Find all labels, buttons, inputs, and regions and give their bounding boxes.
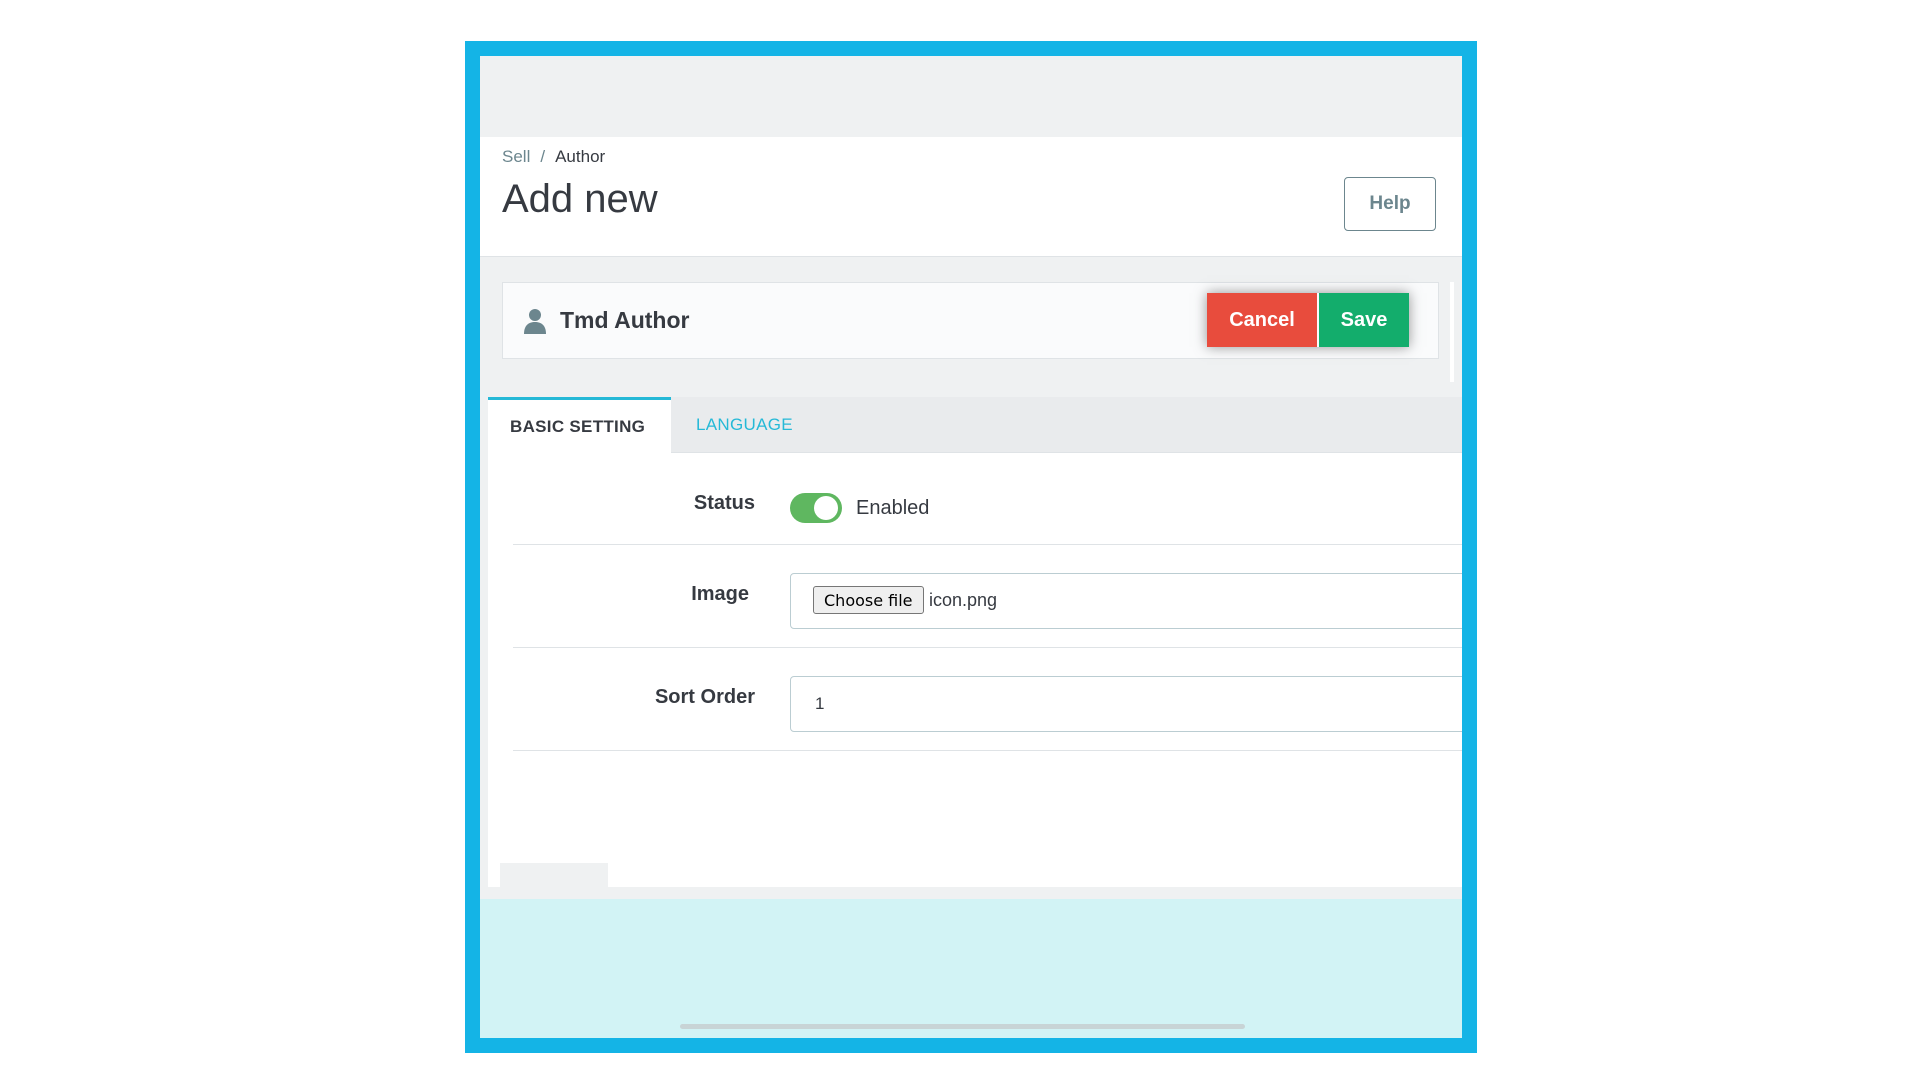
tab-bar: BASIC SETTING LANGUAGE (488, 397, 1462, 453)
sort-order-value: 1 (815, 694, 825, 713)
panel-edge (1450, 282, 1454, 382)
breadcrumb-separator: / (540, 147, 546, 166)
help-button[interactable]: Help (1344, 177, 1436, 231)
screenshot-frame: Sell / Author Add new Help Tmd Author Canc… (465, 41, 1477, 1053)
sort-order-row: Sort Order 1 (513, 648, 1462, 751)
status-label: Status (693, 492, 755, 514)
image-label: Image (691, 583, 749, 605)
page-header: Sell / Author Add new Help (480, 137, 1462, 257)
form-panel: Status Enabled Image Choose file icon.pn… (488, 453, 1462, 887)
user-icon (524, 309, 546, 334)
panel-title: Tmd Author (560, 307, 690, 333)
toggle-knob (814, 496, 838, 520)
status-row: Status Enabled (513, 453, 1462, 545)
breadcrumb-parent-link[interactable]: Sell (502, 147, 530, 166)
image-row: Image Choose file icon.png (513, 545, 1462, 648)
status-toggle[interactable] (790, 493, 842, 523)
top-bar (480, 56, 1462, 137)
cancel-button[interactable]: Cancel (1207, 293, 1317, 347)
sort-order-label: Sort Order (654, 686, 755, 708)
breadcrumb-current: Author (555, 147, 606, 166)
action-buttons: Cancel Save (1207, 293, 1409, 347)
page-title: Add new (502, 177, 658, 221)
tab-language[interactable]: LANGUAGE (696, 397, 793, 453)
panel-header: Tmd Author Cancel Save (502, 282, 1439, 359)
app-window: Sell / Author Add new Help Tmd Author Canc… (480, 56, 1462, 1038)
footer-area (480, 899, 1462, 1038)
sort-order-input[interactable]: 1 (790, 676, 1462, 732)
breadcrumb: Sell / Author (502, 147, 605, 167)
status-value: Enabled (856, 497, 930, 519)
save-button[interactable]: Save (1319, 293, 1409, 347)
tab-basic-setting[interactable]: BASIC SETTING (488, 397, 671, 453)
image-file-input[interactable]: Choose file icon.png (790, 573, 1462, 629)
lower-tab-remnant (500, 863, 608, 893)
choose-file-button[interactable]: Choose file (813, 586, 924, 614)
file-name: icon.png (929, 590, 998, 610)
horizontal-scrollbar[interactable] (680, 1024, 1245, 1029)
